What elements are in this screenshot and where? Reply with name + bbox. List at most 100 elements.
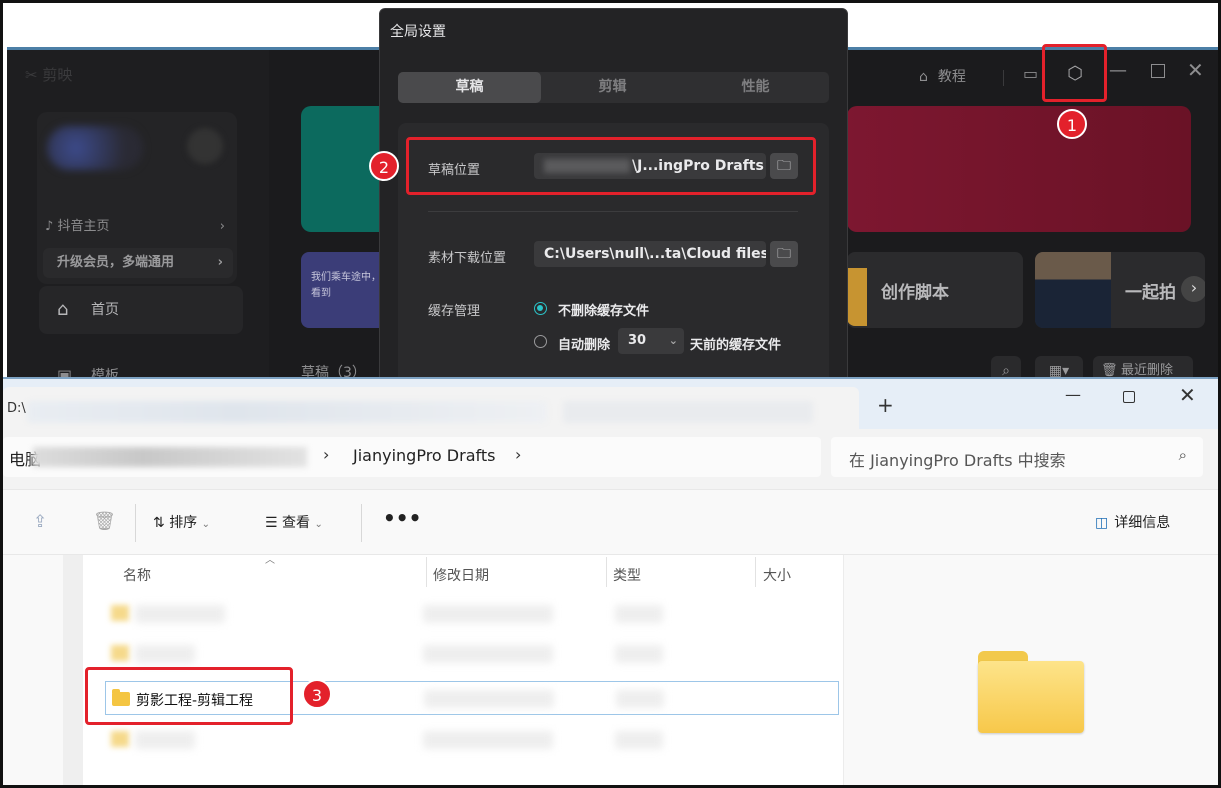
feedback-icon[interactable]: ▭	[1023, 64, 1038, 83]
chevron-right-icon[interactable]: ›	[323, 445, 329, 464]
cache-management-label: 缓存管理	[428, 304, 481, 319]
divider	[361, 504, 362, 542]
asset-download-value: C:\Users\null\...ta\Cloud files	[544, 246, 766, 262]
maximize-button[interactable]	[1123, 391, 1135, 403]
large-folder-icon	[978, 651, 1084, 735]
view-button[interactable]: ☰ 查看 ⌄	[265, 512, 323, 532]
tab-editing[interactable]: 剪辑	[541, 72, 684, 103]
shoot-together-tile[interactable]: 一起拍 ›	[1035, 252, 1205, 328]
annotation-box-2	[406, 137, 816, 195]
douyin-home-link[interactable]: ♪ 抖音主页 ›	[45, 216, 229, 238]
search-input[interactable]: 在 JianyingPro Drafts 中搜索 ⌕	[831, 437, 1203, 477]
more-options-button[interactable]: •••	[383, 506, 421, 530]
profile-card[interactable]: ♪ 抖音主页 › 升级会员，多端通用 ›	[37, 112, 237, 284]
nav-scroll-strip	[63, 555, 83, 785]
auto-delete-suffix: 天前的缓存文件	[690, 338, 782, 353]
sidebar-item-home[interactable]: ⌂ 首页	[39, 286, 243, 334]
scroll-right-button[interactable]: ›	[1181, 276, 1205, 302]
blurred-file-date	[424, 690, 554, 708]
keep-cache-label: 不删除缓存文件	[558, 304, 650, 319]
panel-divider	[428, 211, 798, 212]
minimize-button[interactable]: —	[1109, 60, 1127, 81]
column-separator[interactable]	[426, 557, 427, 587]
sidebar-item-label: 首页	[91, 302, 119, 318]
blurred-tab-title	[27, 401, 547, 423]
chevron-right-icon: ›	[219, 219, 225, 234]
jianying-logo: ✂ 剪映	[25, 66, 73, 84]
breadcrumb-current[interactable]: JianyingPro Drafts	[353, 446, 495, 465]
vip-upgrade-button[interactable]: 升级会员，多端通用 ›	[43, 248, 233, 278]
annotation-number-2: 2	[369, 151, 399, 181]
details-pane-icon: ◫	[1095, 515, 1109, 531]
search-icon: ⌕	[1178, 446, 1187, 464]
blurred-file-date	[423, 731, 553, 749]
column-header-type[interactable]: 类型	[613, 565, 641, 585]
minimize-button[interactable]: —	[1065, 385, 1081, 404]
column-header-size[interactable]: 大小	[763, 565, 791, 585]
banner-red[interactable]	[847, 106, 1191, 232]
close-button[interactable]: ✕	[1187, 58, 1204, 82]
explorer-tab[interactable]: D:\	[3, 387, 859, 429]
avatar	[47, 126, 143, 170]
asset-folder-button[interactable]: 🗀	[770, 241, 798, 267]
column-separator[interactable]	[755, 557, 756, 587]
annotation-box-3	[85, 667, 293, 725]
address-bar[interactable]: 电脑 › JianyingPro Drafts ›	[3, 437, 821, 477]
close-button[interactable]: ✕	[1179, 383, 1196, 407]
sort-button[interactable]: ⇅ 排序 ⌄	[153, 512, 210, 532]
blurred-file-type	[615, 645, 663, 663]
keep-cache-radio[interactable]	[534, 302, 547, 315]
shoot-thumbnail	[1035, 252, 1111, 328]
auto-delete-label: 自动删除	[558, 338, 611, 353]
chevron-right-icon[interactable]: ›	[515, 445, 521, 464]
column-separator[interactable]	[606, 557, 607, 587]
inspiration-tile[interactable]: 我们乘车途中，看到	[301, 252, 391, 328]
list-icon: ☰	[265, 515, 283, 531]
tab-drafts[interactable]: 草稿	[398, 72, 541, 103]
divider	[1003, 70, 1004, 86]
address-row: 电脑 › JianyingPro Drafts › 在 JianyingPro …	[3, 429, 1218, 489]
douyin-icon: ♪	[45, 219, 54, 234]
folder-icon	[111, 645, 129, 661]
blurred-file-date	[423, 645, 553, 663]
days-value: 30	[628, 333, 647, 348]
days-select[interactable]: 30 ⌄	[618, 328, 684, 354]
blurred-file-date	[423, 605, 553, 623]
screenshot-frame: ✂ 剪映 ♪ 抖音主页 › 升级会员，多端通用 › ⌂ 首页 ▣ 模板 我们乘车…	[0, 0, 1221, 788]
maximize-button[interactable]	[1151, 64, 1165, 78]
script-tile[interactable]: 创作脚本	[847, 252, 1023, 328]
trash-icon[interactable]: 🗑	[93, 511, 116, 532]
annotation-number-3: 3	[302, 679, 332, 709]
blurred-breadcrumb	[33, 447, 307, 467]
chevron-down-icon: ⌄	[201, 519, 211, 530]
blurred-file-name[interactable]	[135, 731, 195, 749]
auto-delete-radio[interactable]	[534, 335, 547, 348]
blurred-file-name[interactable]	[135, 645, 195, 663]
script-thumbnail	[847, 268, 867, 326]
blurred-file-type	[615, 605, 663, 623]
new-tab-button[interactable]: +	[877, 393, 894, 417]
dialog-title: 全局设置	[390, 24, 446, 40]
blurred-file-type	[615, 731, 663, 749]
blurred-file-name[interactable]	[135, 605, 225, 623]
column-header-date[interactable]: 修改日期	[433, 565, 489, 585]
jianying-sidebar: ✂ 剪映 ♪ 抖音主页 › 升级会员，多端通用 › ⌂ 首页 ▣ 模板	[7, 50, 269, 387]
tutorial-button[interactable]: ⌂ 教程	[919, 66, 966, 86]
share-icon[interactable]: ⇪	[33, 512, 47, 532]
chevron-down-icon: ⌄	[668, 334, 678, 347]
tab-performance[interactable]: 性能	[684, 72, 827, 103]
settings-tabs: 草稿 剪辑 性能	[398, 72, 829, 103]
tile-text: 我们乘车途中，看到	[311, 272, 381, 299]
graduation-cap-icon: ⌂	[919, 69, 928, 85]
details-label: 详细信息	[1114, 515, 1171, 531]
annotation-box-1	[1042, 44, 1107, 102]
navigation-pane	[3, 555, 83, 785]
search-placeholder: 在 JianyingPro Drafts 中搜索	[849, 451, 1066, 470]
folder-icon: 🗀	[777, 246, 791, 262]
script-tile-label: 创作脚本	[881, 283, 949, 303]
asset-download-field[interactable]: C:\Users\null\...ta\Cloud files	[534, 241, 766, 267]
folder-icon	[111, 731, 129, 747]
column-header-name[interactable]: 名称	[123, 565, 151, 585]
preview-pane	[843, 555, 1218, 785]
details-pane-button[interactable]: ◫ 详细信息	[1095, 512, 1170, 532]
